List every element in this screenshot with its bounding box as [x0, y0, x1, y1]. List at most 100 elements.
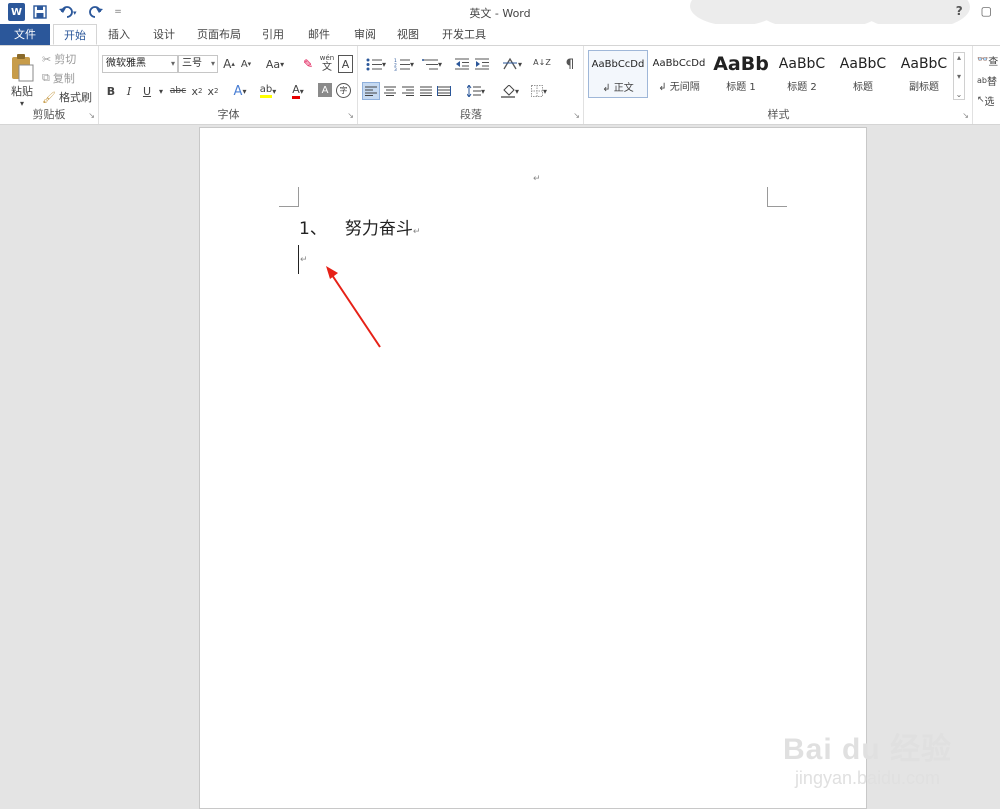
paragraph-group-label: 段落 — [460, 108, 482, 121]
styles-gallery-scroll[interactable]: ▴ ▾ ⌄ — [953, 52, 965, 100]
align-right-button[interactable] — [399, 82, 417, 100]
window-title: 英文 - Word — [469, 7, 531, 20]
svg-text:3: 3 — [394, 67, 397, 71]
tab-developer[interactable]: 开发工具 — [436, 24, 492, 45]
tab-view[interactable]: 视图 — [389, 24, 427, 45]
copy-button[interactable]: ⧉ 复制 — [42, 69, 92, 87]
underline-button[interactable]: U — [140, 82, 154, 100]
shading-button[interactable]: ▾ — [497, 82, 523, 100]
scissors-icon: ✂ — [42, 52, 52, 66]
phonetic-guide-button[interactable]: wén 文 — [319, 51, 335, 75]
margin-corner-top-left — [279, 187, 299, 207]
replace-icon: ab — [977, 75, 987, 85]
replace-button[interactable]: ab 替 — [977, 71, 1000, 89]
chinese-layout-button[interactable]: ▾ — [499, 55, 525, 73]
tab-home[interactable]: 开始 — [53, 24, 97, 45]
show-marks-icon[interactable] — [561, 55, 577, 73]
format-painter-button[interactable]: 🖌 格式刷 — [42, 88, 96, 106]
find-label: 查 — [988, 56, 999, 68]
font-size-dropdown-icon[interactable]: ▾ — [211, 56, 215, 72]
paste-icon[interactable] — [8, 52, 36, 84]
format-painter-label: 格式刷 — [58, 91, 92, 104]
tab-design[interactable]: 设计 — [145, 24, 183, 45]
bullets-button[interactable]: ▾ — [363, 55, 389, 73]
style-sample: AaBbC — [778, 56, 826, 72]
style-sample: AaBbCcDd — [591, 59, 645, 70]
justify-button[interactable] — [417, 82, 435, 100]
align-center-button[interactable] — [381, 82, 399, 100]
clear-formatting-icon[interactable]: ✎ — [300, 55, 316, 73]
borders-button[interactable]: ▾ — [525, 82, 553, 100]
header-paragraph-mark: ↵ — [533, 174, 541, 184]
style-sample: AaBbCcDd — [652, 58, 706, 69]
highlight-button[interactable]: ab ▾ — [256, 82, 280, 100]
style-name: ↲ 正文 — [602, 83, 634, 94]
style-name: 标题 2 — [787, 82, 817, 93]
font-color-button[interactable]: A ▾ — [286, 82, 310, 100]
distributed-button[interactable] — [435, 82, 453, 100]
style-normal[interactable]: AaBbCcDd ↲ 正文 — [588, 50, 648, 98]
align-left-button[interactable] — [362, 82, 380, 100]
italic-button[interactable]: I — [122, 82, 136, 100]
font-group-label: 字体 — [217, 108, 240, 121]
help-button[interactable]: ? — [956, 4, 963, 18]
multilevel-list-button[interactable]: ▾ — [419, 55, 445, 73]
shrink-font-icon: A — [240, 58, 248, 70]
tab-file[interactable]: 文件 — [0, 24, 50, 45]
style-no-spacing[interactable]: AaBbCcDd ↲ 无间隔 — [649, 50, 709, 98]
styles-group-label: 样式 — [767, 108, 790, 121]
character-border-button[interactable]: A — [338, 55, 353, 73]
select-button[interactable]: ↖ 选 — [977, 91, 1000, 109]
style-name: 标题 — [853, 82, 873, 93]
scroll-down-icon[interactable]: ▾ — [957, 72, 961, 81]
text-effects-icon: A — [233, 83, 243, 99]
more-styles-icon[interactable]: ⌄ — [956, 90, 963, 99]
restore-button[interactable]: ▢ — [981, 4, 992, 18]
tab-references[interactable]: 引用 — [254, 24, 292, 45]
paragraph-launcher-icon[interactable]: ↘ — [573, 111, 580, 120]
clipboard-launcher-icon[interactable]: ↘ — [88, 111, 95, 120]
paste-button-label[interactable]: 粘贴 — [8, 84, 36, 98]
tab-insert[interactable]: 插入 — [100, 24, 138, 45]
tab-mailings[interactable]: 邮件 — [300, 24, 338, 45]
tab-page-layout[interactable]: 页面布局 — [193, 24, 245, 45]
decrease-indent-icon[interactable] — [453, 55, 471, 73]
bold-button[interactable]: B — [104, 82, 118, 100]
change-case-button[interactable]: Aa ▾ — [262, 55, 288, 73]
shrink-font-button[interactable]: A ▾ — [239, 55, 253, 73]
enclose-characters-button[interactable]: 字 — [336, 83, 351, 98]
sort-button[interactable]: A↓Z — [533, 54, 551, 72]
chinese-layout-icon — [502, 57, 517, 70]
line-spacing-button[interactable]: ▾ — [463, 82, 489, 100]
cut-button[interactable]: ✂ 剪切 — [42, 50, 92, 68]
styles-launcher-icon[interactable]: ↘ — [962, 111, 969, 120]
increase-indent-icon[interactable] — [473, 55, 491, 73]
font-family-dropdown-icon[interactable]: ▾ — [171, 56, 175, 72]
character-shading-button[interactable]: A — [318, 83, 332, 97]
numbering-button[interactable]: 1 2 3 ▾ — [391, 55, 417, 73]
grow-font-icon: A — [223, 57, 232, 71]
font-size-combo[interactable]: 三号 ▾ — [178, 55, 218, 73]
text-effects-button[interactable]: A ▾ — [230, 82, 250, 100]
binoculars-icon: 👓 — [977, 55, 989, 65]
style-sample: AaBbC — [900, 56, 948, 72]
style-heading-2[interactable]: AaBbC 标题 2 — [772, 50, 832, 98]
subscript-button[interactable]: x2 — [190, 82, 204, 100]
find-button[interactable]: 👓 查 — [977, 51, 1000, 69]
style-title[interactable]: AaBbC 标题 — [833, 50, 893, 98]
grow-font-button[interactable]: A ▴ — [222, 55, 236, 73]
font-family-value: 微软雅黑 — [106, 58, 146, 69]
superscript-button[interactable]: x2 — [206, 82, 220, 100]
cut-label: 剪切 — [54, 53, 77, 66]
strikethrough-button[interactable]: abc — [168, 82, 188, 100]
font-launcher-icon[interactable]: ↘ — [347, 111, 354, 120]
style-subtitle[interactable]: AaBbC 副标题 — [894, 50, 954, 98]
font-family-combo[interactable]: 微软雅黑 ▾ — [102, 55, 178, 73]
document-list-item[interactable]: 1、 努力奋斗↵ — [299, 214, 420, 239]
sort-icon: A↓Z — [533, 58, 551, 67]
tab-review[interactable]: 审阅 — [346, 24, 384, 45]
style-heading-1[interactable]: AaBb 标题 1 — [711, 50, 771, 98]
margin-corner-top-right — [767, 187, 787, 207]
scroll-up-icon[interactable]: ▴ — [957, 53, 961, 62]
underline-dropdown-icon[interactable]: ▾ — [156, 82, 166, 100]
